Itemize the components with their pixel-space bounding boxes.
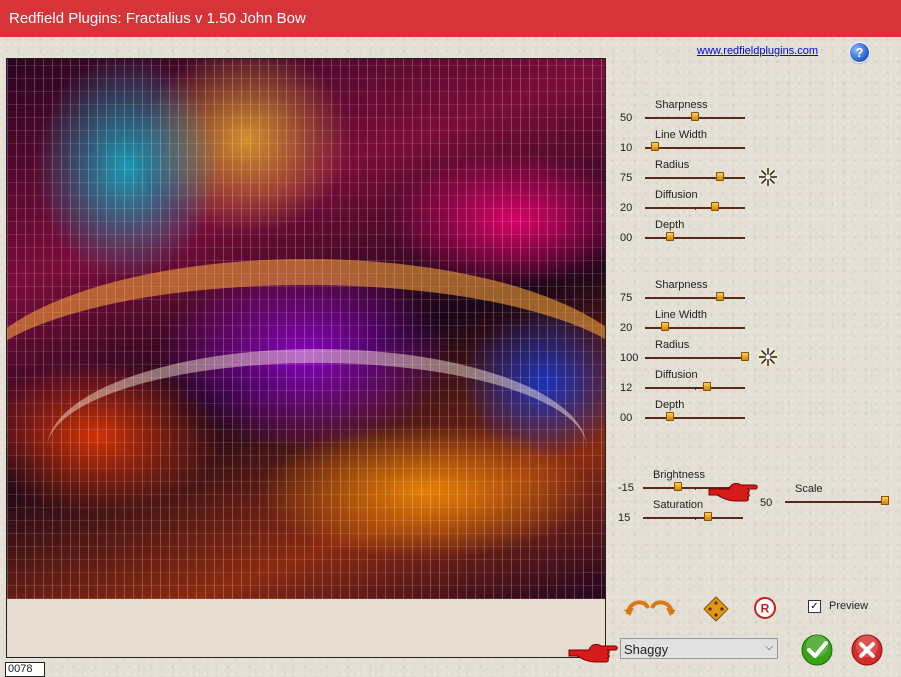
- frame-counter: 0078: [5, 662, 45, 677]
- slider-value: 100: [620, 352, 639, 364]
- ok-button[interactable]: [801, 634, 833, 666]
- undo-redo-arrows-icon[interactable]: [624, 596, 676, 618]
- window-title: Redfield Plugins: Fractalius v 1.50 John…: [9, 10, 306, 27]
- starburst-icon[interactable]: [757, 346, 779, 368]
- slider-track[interactable]: [645, 327, 745, 329]
- pointing-hand-icon: [568, 643, 618, 663]
- slider-saturation[interactable]: Saturation 15: [618, 499, 748, 529]
- slider-label: Radius: [655, 159, 690, 171]
- random-dice-icon[interactable]: [703, 596, 729, 622]
- slider-label: Diffusion: [655, 189, 698, 201]
- slider-label: Depth: [655, 219, 685, 231]
- slider-thumb[interactable]: [703, 382, 711, 391]
- slider-track[interactable]: [785, 501, 885, 503]
- slider-thumb[interactable]: [716, 172, 724, 181]
- slider-thumb[interactable]: [704, 512, 712, 521]
- slider-thumb[interactable]: [691, 112, 699, 121]
- reset-icon[interactable]: R: [754, 597, 776, 619]
- slider-thumb[interactable]: [741, 352, 749, 361]
- slider-line-width-1[interactable]: Line Width 10: [620, 129, 750, 159]
- slider-label: Scale: [795, 483, 823, 495]
- slider-track[interactable]: [645, 237, 745, 239]
- slider-thumb[interactable]: [666, 412, 674, 421]
- preset-selected: Shaggy: [624, 642, 669, 657]
- slider-value: -15: [618, 482, 634, 494]
- slider-label: Saturation: [653, 499, 704, 511]
- slider-value: 15: [618, 512, 631, 524]
- title-bar: Redfield Plugins: Fractalius v 1.50 John…: [0, 0, 901, 37]
- slider-thumb[interactable]: [661, 322, 669, 331]
- slider-label: Diffusion: [655, 369, 698, 381]
- slider-value: 00: [620, 232, 633, 244]
- help-icon[interactable]: ?: [850, 43, 869, 62]
- slider-sharpness-2[interactable]: Sharpness 75: [620, 279, 750, 309]
- slider-value: 50: [760, 497, 773, 509]
- slider-label: Sharpness: [655, 99, 708, 111]
- slider-thumb[interactable]: [881, 496, 889, 505]
- slider-label: Depth: [655, 399, 685, 411]
- slider-value: 10: [620, 142, 633, 154]
- slider-track[interactable]: [643, 517, 743, 519]
- slider-value: 12: [620, 382, 633, 394]
- slider-track[interactable]: [645, 417, 745, 419]
- slider-depth-2[interactable]: Depth 00: [620, 399, 750, 429]
- preview-panel[interactable]: [6, 58, 606, 658]
- slider-line-width-2[interactable]: Line Width 20: [620, 309, 750, 339]
- preset-dropdown[interactable]: Shaggy ⌵: [620, 638, 778, 659]
- slider-value: 00: [620, 412, 633, 424]
- slider-label: Line Width: [655, 309, 707, 321]
- slider-sharpness-1[interactable]: Sharpness 50: [620, 99, 750, 129]
- slider-radius-2[interactable]: Radius 100: [620, 339, 750, 369]
- slider-thumb[interactable]: [711, 202, 719, 211]
- preview-checkbox[interactable]: ✓ Preview: [808, 600, 901, 616]
- slider-radius-1[interactable]: Radius 75: [620, 159, 750, 189]
- starburst-icon[interactable]: [757, 166, 779, 188]
- pointing-hand-icon: [708, 482, 758, 502]
- slider-depth-1[interactable]: Depth 00: [620, 219, 750, 249]
- cancel-button[interactable]: [851, 634, 883, 666]
- slider-thumb[interactable]: [674, 482, 682, 491]
- slider-thumb[interactable]: [666, 232, 674, 241]
- slider-label: Line Width: [655, 129, 707, 141]
- website-link[interactable]: www.redfieldplugins.com: [697, 45, 818, 57]
- slider-thumb[interactable]: [716, 292, 724, 301]
- slider-label: Brightness: [653, 469, 705, 481]
- slider-diffusion-2[interactable]: Diffusion 12: [620, 369, 750, 399]
- slider-thumb[interactable]: [651, 142, 659, 151]
- preview-checkbox-box[interactable]: ✓: [808, 600, 821, 613]
- slider-label: Radius: [655, 339, 690, 351]
- slider-value: 75: [620, 292, 633, 304]
- slider-diffusion-1[interactable]: Diffusion 20: [620, 189, 750, 219]
- chevron-down-icon[interactable]: ⌵: [765, 642, 773, 653]
- slider-scale[interactable]: Scale 50: [760, 483, 890, 513]
- slider-value: 50: [620, 112, 633, 124]
- slider-label: Sharpness: [655, 279, 708, 291]
- preview-image[interactable]: [7, 59, 605, 599]
- slider-value: 75: [620, 172, 633, 184]
- slider-track[interactable]: [645, 357, 745, 359]
- slider-track[interactable]: [645, 147, 745, 149]
- slider-track[interactable]: [645, 177, 745, 179]
- preview-label: Preview: [829, 600, 869, 612]
- slider-value: 20: [620, 202, 633, 214]
- svg-text:R: R: [761, 602, 770, 616]
- slider-value: 20: [620, 322, 633, 334]
- slider-track[interactable]: [645, 297, 745, 299]
